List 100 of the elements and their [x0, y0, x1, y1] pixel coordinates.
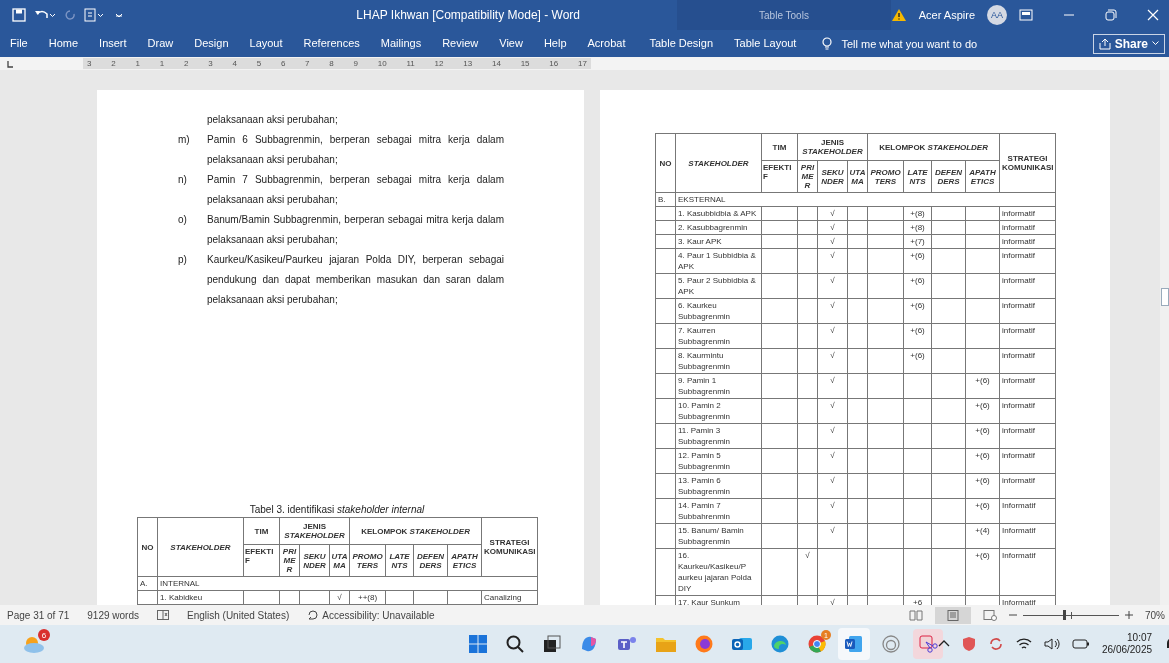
ribbon-tab[interactable]: Design [194, 32, 229, 55]
table-cell: +(4) [965, 523, 1000, 549]
start-icon[interactable] [468, 634, 488, 654]
column-header: PROMOTERS [349, 544, 386, 577]
ribbon-tab[interactable]: View [499, 32, 523, 55]
table-caption: Tabel 3. identifikasi stakeholder internal [248, 504, 426, 515]
close-icon[interactable] [1147, 9, 1159, 21]
table-cell: +(6) [965, 373, 1000, 399]
clock[interactable]: 10:07 26/06/2025 [1102, 632, 1153, 656]
ribbon-tab[interactable]: Insert [99, 32, 127, 55]
read-mode-icon[interactable] [909, 609, 923, 621]
ribbon-tab[interactable]: Table Design [649, 32, 714, 55]
column-header: LATENTS [903, 160, 932, 193]
column-header: KELOMPOK STAKEHOLDER [867, 133, 1000, 161]
table-cell: +(7) [903, 234, 932, 249]
table-cell: +(6) [903, 323, 932, 349]
paragraph: Kaurkeu/Kasikeu/Paurkeu jajaran Polda DIY, berperan sebagai pendukung dan dapat memberikan masukan dan saran dalam pelaksanaan aksi perubahan; [207, 253, 504, 307]
avatar[interactable]: AA [987, 5, 1007, 25]
ruler[interactable]: 3 2 1 1 2 3 4 5 6 7 8 9 10 11 12 13 14 15 16 17 [83, 58, 591, 69]
column-header: SEKUNDER [299, 544, 330, 577]
column-header: EFEKTIF [761, 160, 798, 193]
share-button[interactable]: Share [1092, 33, 1165, 54]
page-count[interactable]: Page 31 of 71 [7, 609, 70, 621]
ribbon-tab[interactable]: File [10, 32, 28, 55]
table-cell: 11. Pamin 3 Subbagrenmin [675, 423, 762, 449]
ribbon-tab[interactable]: Layout [249, 32, 283, 55]
zoom-in-icon[interactable] [1125, 611, 1133, 619]
battery-icon[interactable] [1072, 638, 1090, 650]
search-icon[interactable] [505, 634, 525, 654]
share-icon [1098, 37, 1111, 50]
table-cell: informatif [999, 448, 1056, 474]
date: 26/06/2025 [1102, 644, 1153, 656]
chevron-up-icon[interactable] [938, 639, 950, 649]
wifi-icon[interactable] [1016, 637, 1032, 651]
tell-me-field[interactable]: Tell me what you want to do [821, 36, 1022, 51]
table-cell: 4. Paur 1 Subbidbia & APK [675, 248, 762, 274]
table-cell: 2. Kasubbagrenmin [675, 220, 762, 235]
ribbon-tab[interactable]: Acrobat [587, 32, 626, 55]
table-cell: 8. Kaurmintu Subbagrenmin [675, 348, 762, 374]
column-header: DEFENDERS [931, 160, 966, 193]
ribbon-tab[interactable]: Review [442, 32, 479, 55]
speaker-icon[interactable] [1044, 637, 1060, 651]
copilot-icon[interactable] [579, 634, 599, 654]
table-cell: √ [817, 234, 848, 249]
table-cell: Informatif [999, 523, 1056, 549]
table-cell: +(6) [903, 248, 932, 274]
column-header: NO [137, 517, 158, 577]
warning-icon [890, 8, 907, 22]
ribbon-tab[interactable]: Home [48, 32, 79, 55]
snipping-app[interactable] [913, 629, 943, 659]
table-cell: informatif [999, 348, 1056, 374]
rings-icon[interactable] [881, 634, 901, 654]
table-cell: +(6) [965, 498, 1000, 524]
list-marker: n) [178, 173, 188, 187]
proofing-icon[interactable] [157, 610, 169, 620]
zoom-level[interactable]: 70% [1145, 609, 1165, 621]
table-cell: √ [817, 523, 848, 549]
table-cell: √ [797, 548, 818, 596]
ribbon-tab[interactable]: References [303, 32, 360, 55]
column-header: STAKEHOLDER [675, 133, 762, 193]
tab-stop-icon[interactable] [5, 58, 15, 69]
sync-icon[interactable] [988, 636, 1004, 652]
print-layout-button[interactable] [935, 606, 971, 624]
table-cell: √ [817, 298, 848, 324]
web-layout-icon[interactable] [983, 609, 997, 621]
word-icon [844, 634, 864, 654]
ribbon-tab[interactable]: Table Layout [734, 32, 797, 55]
accessibility-status[interactable]: Accessibility: Unavailable [307, 609, 435, 621]
word-app[interactable] [838, 628, 870, 660]
table-cell: +(8) [903, 220, 932, 235]
column-header: UTAMA [329, 544, 350, 577]
column-header: TIM [243, 517, 280, 545]
restore-icon[interactable] [1105, 9, 1117, 21]
ribbon-tab[interactable]: Mailings [380, 32, 422, 55]
column-header: DEFENDERS [413, 544, 448, 577]
zoom-out-icon[interactable] [1009, 611, 1017, 619]
table-cell: ++(8) [349, 590, 386, 605]
firefox-icon[interactable] [694, 634, 714, 654]
table-cell: EKSTERNAL [675, 192, 1056, 207]
ribbon-display-icon[interactable] [1019, 9, 1033, 21]
word-count[interactable]: 9129 words [87, 609, 139, 621]
table-cell: +(6) [965, 398, 1000, 424]
task-view-icon[interactable] [542, 634, 562, 654]
edge-icon[interactable] [770, 634, 790, 654]
column-header: PRIMER [797, 160, 818, 193]
language[interactable]: English (United States) [187, 609, 290, 621]
paragraph: pelaksanaan aksi perubahan; [207, 113, 339, 127]
table-cell: 1. Kabidkeu [157, 590, 244, 605]
table-cell: √ [817, 248, 848, 274]
account-name[interactable]: Acer Aspire [918, 9, 975, 21]
table-cell: 10. Pamin 2 Subbagrenmin [675, 398, 762, 424]
save-icon[interactable] [12, 8, 26, 22]
zoom-slider[interactable] [1023, 610, 1119, 620]
table-cell: √ [817, 473, 848, 499]
ribbon-tab[interactable]: Draw [147, 32, 174, 55]
security-icon[interactable] [962, 636, 976, 652]
lightbulb-icon [821, 36, 834, 51]
column-header: JENIS STAKEHOLDER [279, 517, 350, 545]
document-icon[interactable] [84, 8, 106, 22]
ribbon-tab[interactable]: Help [543, 32, 567, 55]
